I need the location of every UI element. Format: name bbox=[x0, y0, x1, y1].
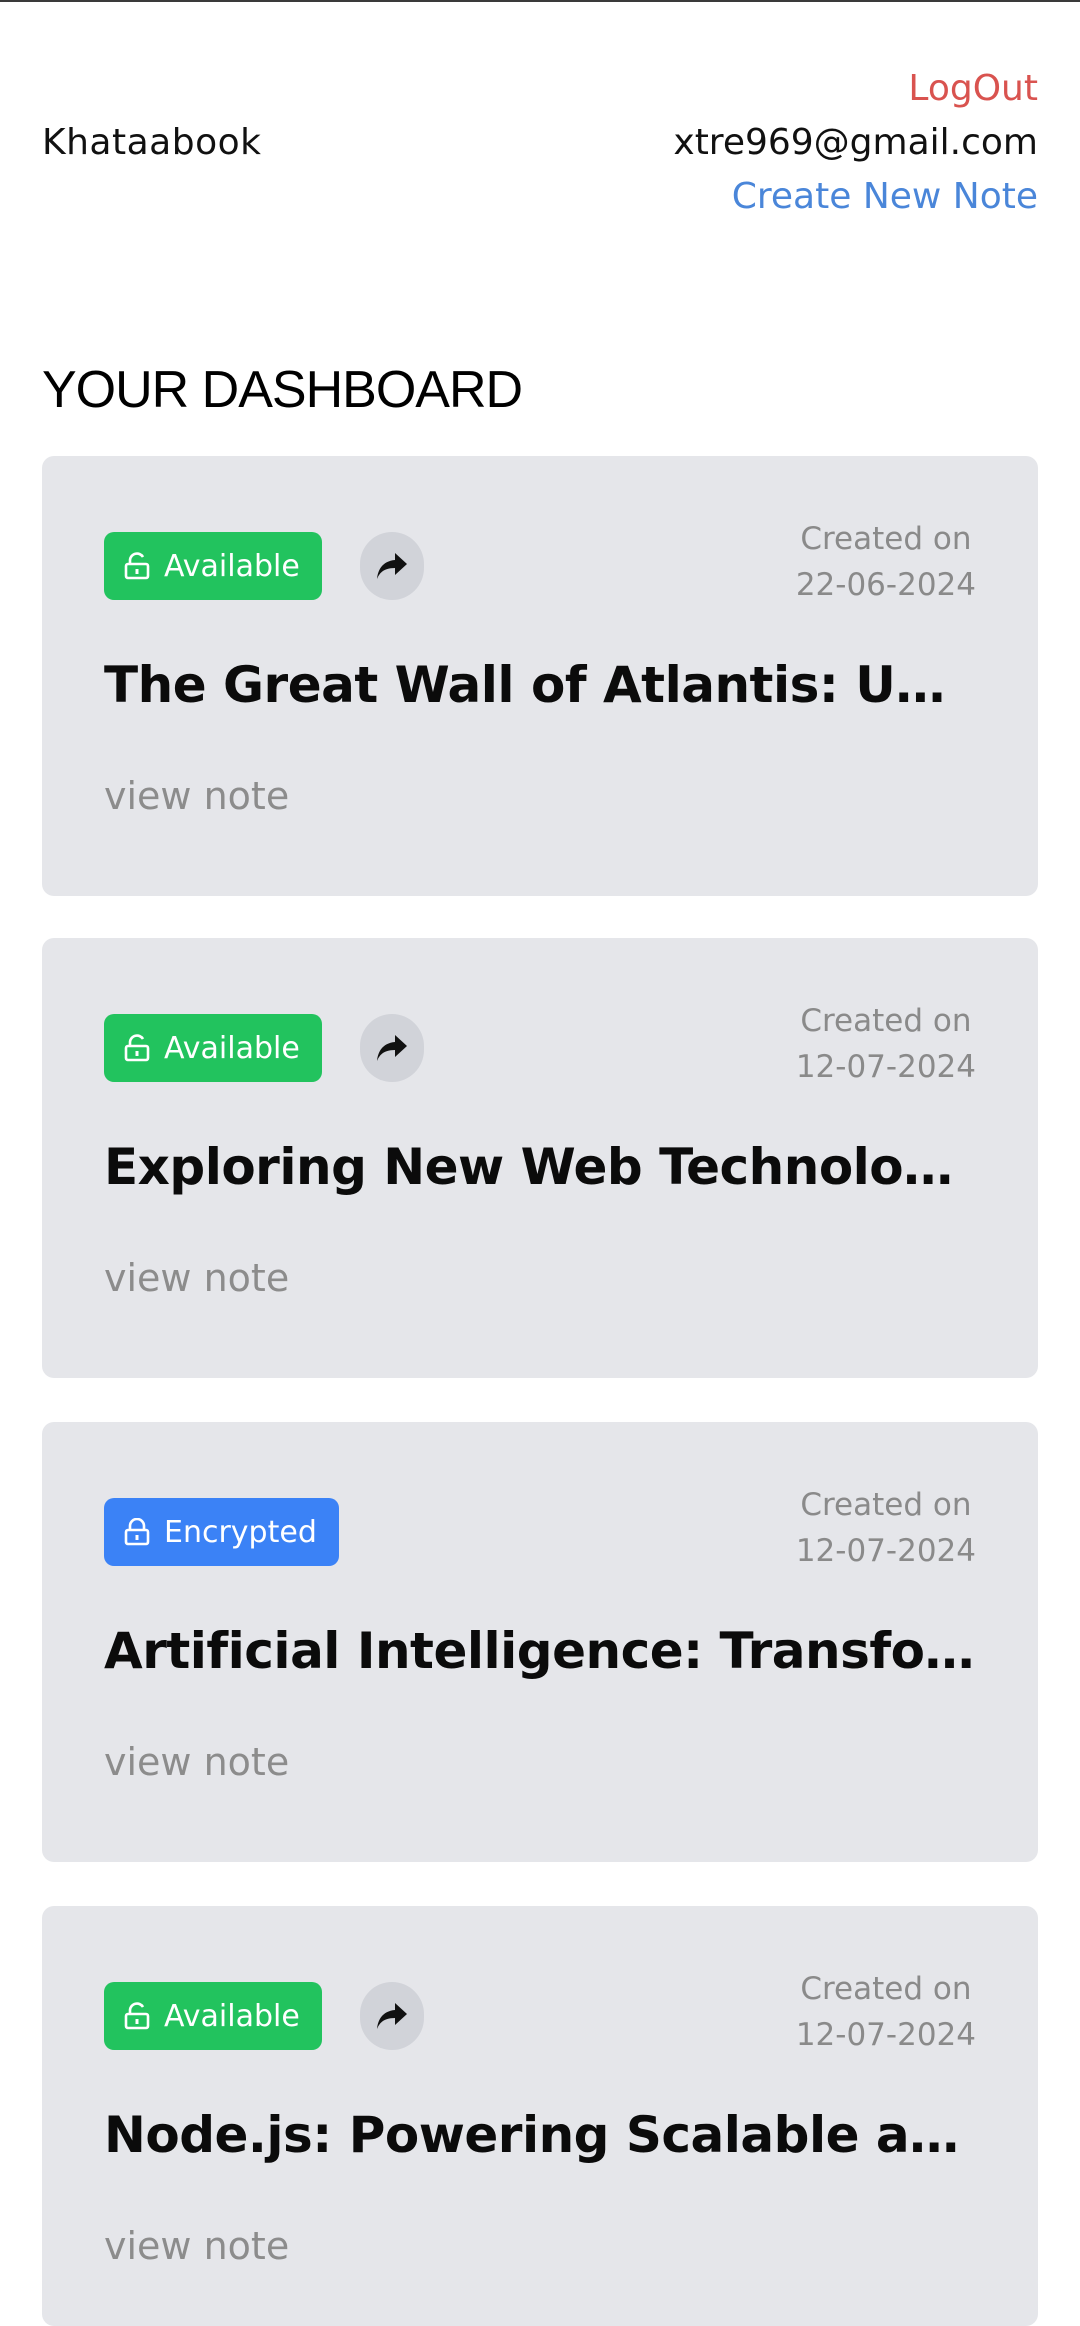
share-button[interactable] bbox=[360, 1982, 424, 2050]
share-arrow-icon bbox=[377, 1035, 407, 1061]
created-on: Created on 12-07-2024 bbox=[796, 1966, 976, 2058]
created-label: Created on bbox=[800, 1971, 972, 2007]
create-note-link[interactable]: Create New Note bbox=[732, 170, 1038, 224]
view-note-link[interactable]: view note bbox=[104, 2224, 289, 2268]
note-title: The Great Wall of Atlantis: Unveiling th… bbox=[104, 656, 978, 714]
header-actions: LogOut xtre969@gmail.com Create New Note bbox=[673, 62, 1038, 224]
share-button[interactable] bbox=[360, 1014, 424, 1082]
created-date: 12-07-2024 bbox=[795, 2017, 976, 2053]
created-date: 12-07-2024 bbox=[795, 1533, 976, 1569]
logout-link[interactable]: LogOut bbox=[908, 62, 1038, 116]
view-note-link[interactable]: view note bbox=[104, 774, 289, 818]
note-title: Exploring New Web Technologies bbox=[104, 1138, 978, 1196]
status-badge-available: Available bbox=[104, 1982, 322, 2050]
top-border bbox=[0, 0, 1080, 2]
lock-open-icon bbox=[124, 552, 150, 580]
share-arrow-icon bbox=[377, 2003, 407, 2029]
dashboard-title: YOUR DASHBOARD bbox=[42, 361, 523, 419]
status-label: Available bbox=[164, 548, 300, 584]
note-title: Artificial Intelligence: Transforming th… bbox=[104, 1622, 978, 1680]
view-note-link[interactable]: view note bbox=[104, 1740, 289, 1784]
note-card: Available Created on 12-07-2024 Node.js:… bbox=[42, 1906, 1038, 2326]
share-button[interactable] bbox=[360, 532, 424, 600]
lock-open-icon bbox=[124, 1034, 150, 1062]
brand-name: Khataabook bbox=[42, 122, 262, 163]
status-label: Available bbox=[164, 1998, 300, 2034]
view-note-link[interactable]: view note bbox=[104, 1256, 289, 1300]
share-arrow-icon bbox=[377, 553, 407, 579]
note-title: Node.js: Powering Scalable and Fast Appl… bbox=[104, 2106, 978, 2164]
created-on: Created on 12-07-2024 bbox=[796, 998, 976, 1090]
header: Khataabook LogOut xtre969@gmail.com Crea… bbox=[42, 62, 1038, 222]
status-badge-available: Available bbox=[104, 532, 322, 600]
created-date: 22-06-2024 bbox=[795, 567, 976, 603]
status-label: Available bbox=[164, 1030, 300, 1066]
created-label: Created on bbox=[800, 521, 972, 557]
note-card: Encrypted Created on 12-07-2024 Artifici… bbox=[42, 1422, 1038, 1862]
user-email: xtre969@gmail.com bbox=[673, 122, 1038, 163]
note-card: Available Created on 12-07-2024 Explorin… bbox=[42, 938, 1038, 1378]
created-label: Created on bbox=[800, 1003, 972, 1039]
note-card: Available Created on 22-06-2024 The Grea… bbox=[42, 456, 1038, 896]
status-label: Encrypted bbox=[164, 1514, 317, 1550]
lock-open-icon bbox=[124, 2002, 150, 2030]
lock-icon bbox=[124, 1518, 150, 1546]
created-label: Created on bbox=[800, 1487, 972, 1523]
created-on: Created on 22-06-2024 bbox=[796, 516, 976, 608]
status-badge-available: Available bbox=[104, 1014, 322, 1082]
created-on: Created on 12-07-2024 bbox=[796, 1482, 976, 1574]
created-date: 12-07-2024 bbox=[795, 1049, 976, 1085]
status-badge-encrypted: Encrypted bbox=[104, 1498, 339, 1566]
